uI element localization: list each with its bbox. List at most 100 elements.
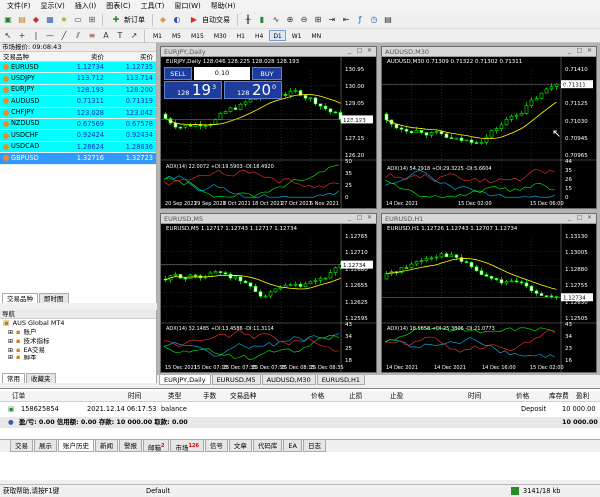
periods-icon[interactable]: ◷ [368,14,380,26]
chart-tab-eurusd-m5[interactable]: EURUSD,M5 [211,375,261,385]
close-icon[interactable]: ✕ [586,47,593,54]
terminal-tab-3[interactable]: 新闻 [95,440,118,452]
timeframe-m1[interactable]: M1 [149,30,166,41]
arrows-icon[interactable]: ↗ [128,30,140,42]
indicators-icon[interactable]: ƒ [354,14,366,26]
new-chart-icon[interactable]: ▣ [2,14,14,26]
menu-help[interactable]: 帮助(H) [206,1,241,11]
quote-row-nzdusd[interactable]: NZDUSD 0.67569 0.67578 [0,118,156,131]
zoom-in-icon[interactable]: ⊕ [284,14,296,26]
profit-column-header[interactable]: 盈利 [576,391,589,402]
tab-symbols[interactable]: 交易品种 [2,293,38,303]
terminal-tab-5[interactable]: 邮箱2 [143,440,170,452]
timeframe-d1[interactable]: D1 [269,30,286,41]
label-icon[interactable]: T [114,30,126,42]
chart-tab-eurjpy-daily[interactable]: EURJPY,Daily [159,375,211,385]
chart-shift-icon[interactable]: ⇥ [326,14,338,26]
terminal-icon[interactable]: ▭ [72,14,84,26]
terminal-tab-7[interactable]: 信号 [204,440,228,452]
tile-windows-icon[interactable]: ⊞ [312,14,324,26]
timeframe-m5[interactable]: M5 [168,30,185,41]
tab-tick-chart[interactable]: 即时图 [39,293,69,303]
maximize-icon[interactable]: □ [356,47,363,54]
chart-body[interactable]: 128.193 EURJPY,Daily 128.046 128.225 128… [161,57,376,208]
order-column-header[interactable]: 订单 [12,391,25,402]
menu-tools[interactable]: 工具(T) [136,1,170,11]
line-chart-icon[interactable]: ∿ [270,14,282,26]
candlestick-icon[interactable]: ▮ [256,14,268,26]
text-icon[interactable]: A [100,30,112,42]
size-column-header[interactable]: 手数 [203,391,216,402]
terminal-tab-2[interactable]: 账户历史 [58,440,94,452]
menu-file[interactable]: 文件(F) [2,1,36,11]
close-icon[interactable]: ✕ [366,47,373,54]
chart-window-eurusd-m5[interactable]: EURUSD,M5 _ □ ✕ 1.12734 EURUSD,M5 1.12717 1… [160,213,377,373]
tester-icon[interactable]: ⊞ [86,14,98,26]
terminal-tab-10[interactable]: EA [283,440,302,452]
trendline-icon[interactable]: ╱ [58,30,70,42]
price-column-header[interactable]: 价格 [311,391,324,402]
sl-column-header[interactable]: 止损 [349,391,362,402]
chart-window-eurjpy-daily[interactable]: EURJPY,Daily _ □ ✕ 128.193 EURJPY,Daily 128… [160,46,377,209]
bid-column-header[interactable]: 卖价 [57,52,107,61]
table-row[interactable]: ▣ 158625854 2021.12.14 06:17:53 balance … [0,404,600,415]
quote-row-eurjpy[interactable]: EURJPY 128.193 128.200 [0,84,156,97]
buy-button[interactable]: BUY [252,67,282,80]
navigator-icon[interactable]: ★ [58,14,70,26]
chart-tab-eurusd-h1[interactable]: EURUSD,H1 [316,375,366,385]
quote-row-audusd[interactable]: AUDUSD 0.71311 0.71319 [0,96,156,108]
market-watch-icon[interactable]: ◆ [30,14,42,26]
terminal-tab-9[interactable]: 代码库 [252,440,283,452]
navigator-item-accounts[interactable]: ⊞ ▪ 账户 [0,328,156,337]
timeframe-h4[interactable]: H4 [251,30,267,41]
terminal-tab-6[interactable]: 市场126 [170,440,204,452]
close-price-column-header[interactable]: 价格 [516,391,529,402]
chart-body[interactable]: 1.12734 EURUSD,M5 1.12717 1.12743 1.1271… [161,224,376,372]
timeframe-m30[interactable]: M30 [210,30,231,41]
tp-column-header[interactable]: 止盈 [390,391,403,402]
signals-icon[interactable]: ◐ [171,14,183,26]
tab-favorites[interactable]: 收藏夹 [26,373,56,383]
chart-window-eurusd-h1[interactable]: EURUSD,H1 _ □ ✕ 1.12734 EURUSD,H1 1.12726 1… [381,213,597,373]
crosshair-icon[interactable]: + [16,30,28,42]
maximize-icon[interactable]: □ [576,214,583,221]
cursor-icon[interactable]: ↖ [2,30,14,42]
symbol-column-header[interactable]: 交易品种 [230,391,256,402]
chart-body[interactable]: 0.71311 AUDUSD,M30 0.71309 0.71322 0.713… [382,57,596,208]
timeframe-m15[interactable]: M15 [187,30,208,41]
ask-column-header[interactable]: 买价 [107,52,156,61]
symbol-column-header[interactable]: 交易品种 [0,52,57,61]
quote-row-chfjpy[interactable]: CHFJPY 123.028 123.042 [0,107,156,119]
new-order-button[interactable]: ✚ 新订单 [107,13,148,26]
swap-column-header[interactable]: 库存费 [549,391,569,402]
close-icon[interactable]: ✕ [366,214,373,221]
terminal-tab-0[interactable]: 交易 [10,440,33,452]
terminal-tab-8[interactable]: 文章 [228,440,252,452]
sell-price[interactable]: 128 19 3 [164,81,222,99]
menu-insert[interactable]: 插入(I) [70,1,102,11]
channel-icon[interactable]: ⫽ [72,30,84,42]
close-icon[interactable]: ✕ [586,214,593,221]
minimize-icon[interactable]: _ [566,47,573,54]
auto-trading-button[interactable]: ▶ 自动交易 [185,13,233,26]
timeframe-w1[interactable]: W1 [288,30,306,41]
data-window-icon[interactable]: ▦ [44,14,56,26]
quote-row-gbpusd[interactable]: GBPUSD 1.32716 1.32723 [0,153,156,165]
maximize-icon[interactable]: □ [576,47,583,54]
metaeditor-icon[interactable]: ◈ [157,14,169,26]
terminal-tab-11[interactable]: 日志 [302,440,326,452]
minimize-icon[interactable]: _ [346,214,353,221]
quote-row-usdcad[interactable]: USDCAD 1.28624 1.28636 [0,141,156,154]
close-time-column-header[interactable]: 时间 [468,391,481,402]
terminal-tab-1[interactable]: 展示 [34,440,57,452]
menu-view[interactable]: 显示(V) [36,1,70,11]
vertical-line-icon[interactable]: | [30,30,42,42]
navigator-item-scripts[interactable]: ⊞ ▪ 脚本 [0,355,156,360]
buy-price[interactable]: 128 20 0 [224,81,282,99]
chart-body[interactable]: 1.12734 EURUSD,H1 1.12726 1.12743 1.1270… [382,224,596,372]
sell-button[interactable]: SELL [164,67,192,80]
zoom-out-icon[interactable]: ⊖ [298,14,310,26]
timeframe-h1[interactable]: H1 [233,30,249,41]
tab-common[interactable]: 常用 [2,373,25,383]
minimize-icon[interactable]: _ [346,47,353,54]
